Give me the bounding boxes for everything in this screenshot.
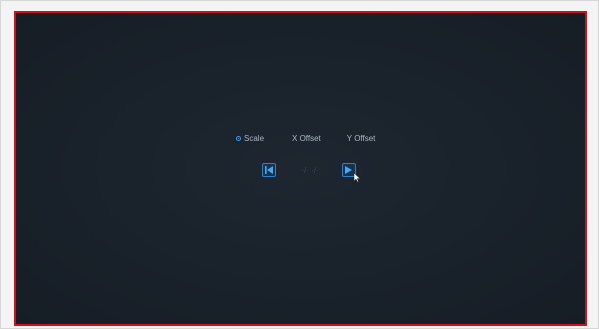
mouse-pointer-icon [354,173,361,182]
previous-button[interactable] [262,163,276,177]
left-arrow-icon [265,166,273,174]
right-arrow-icon [345,166,352,174]
offset-value-display: ·/· ·/· [301,165,319,175]
screenshot-frame: Scale X Offset Y Offset ·/· ·/· [0,0,599,329]
x-offset-option[interactable]: X Offset [292,134,321,143]
y-offset-label: Y Offset [346,133,376,143]
x-offset-label: X Offset [292,133,321,143]
scale-label: Scale [244,133,265,143]
scale-option[interactable]: Scale [236,134,264,143]
display-screen: Scale X Offset Y Offset ·/· ·/· [14,11,587,326]
next-button[interactable] [342,163,361,182]
y-offset-option[interactable]: Y Offset [347,134,376,143]
adjust-controls: ·/· ·/· [262,162,361,182]
offset-mode-options: Scale X Offset Y Offset [236,131,375,145]
scale-radio[interactable] [236,135,241,141]
